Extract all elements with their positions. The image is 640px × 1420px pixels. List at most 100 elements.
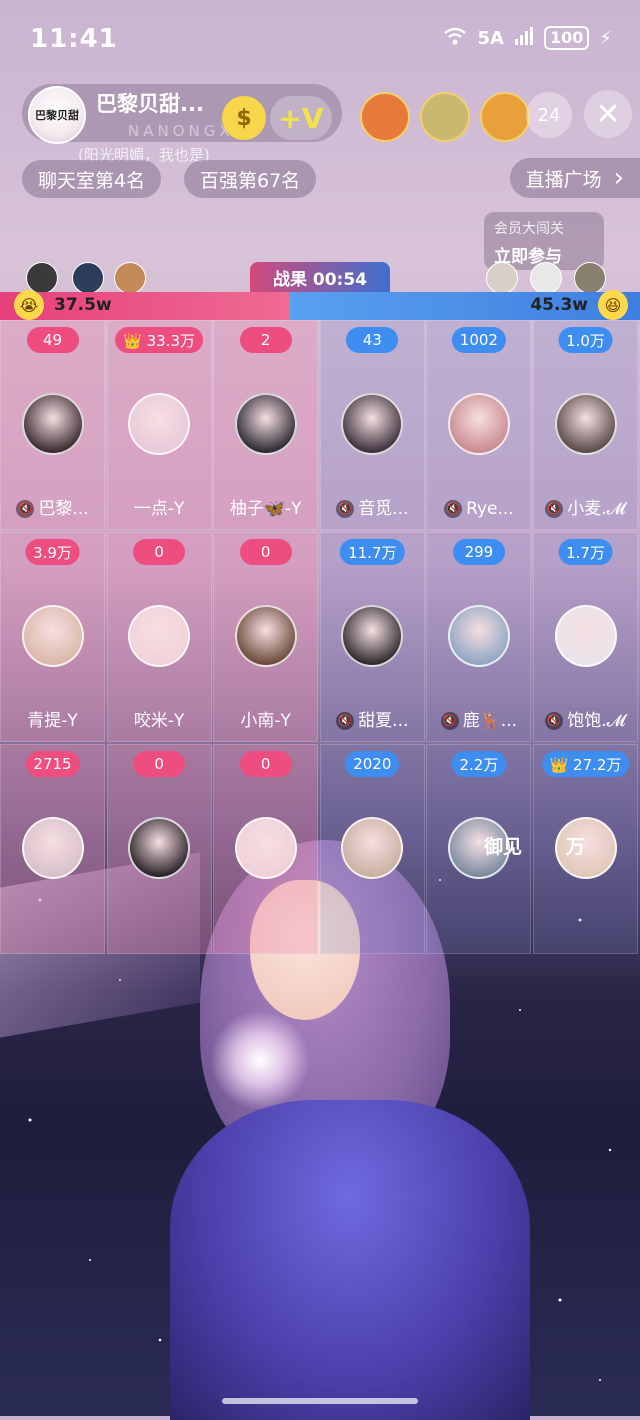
- left-team-avatar-2[interactable]: [72, 262, 104, 294]
- mic-seat[interactable]: 👑 33.3万一点-Y: [106, 320, 212, 530]
- viewer-avatar-2[interactable]: [420, 92, 470, 142]
- seat-avatar[interactable]: [128, 393, 191, 455]
- seat-name: 🔇 小麦.𝓜: [534, 494, 637, 519]
- mic-seat[interactable]: 0 咬米-Y: [106, 532, 212, 742]
- seat-name: 🔇 Rye...: [427, 499, 530, 519]
- mic-seat[interactable]: 2 柚子🦋-Y: [213, 320, 319, 530]
- charging-icon: ⚡: [599, 27, 612, 49]
- mute-icon: 🔇: [545, 500, 564, 518]
- seat-score-badge: 1.7万: [558, 539, 613, 565]
- seat-avatar[interactable]: [234, 605, 297, 667]
- right-team-avatar-1[interactable]: [486, 262, 518, 294]
- seat-name: 青提-Y: [1, 706, 104, 731]
- seat-avatar[interactable]: [234, 393, 297, 455]
- status-bar: 11:41 5A 100 ⚡: [0, 0, 640, 76]
- seat-score-badge: 0: [133, 539, 186, 565]
- right-team-avatar-2[interactable]: [530, 262, 562, 294]
- seat-score-badge: 43: [346, 327, 399, 353]
- mic-seat[interactable]: 1002 🔇 Rye...: [426, 320, 532, 530]
- battle-score-bar: 37.5w 45.3w: [0, 292, 640, 320]
- seat-name-text: 甜夏...: [358, 711, 409, 731]
- close-icon[interactable]: ✕: [584, 90, 632, 138]
- seat-avatar[interactable]: [341, 393, 404, 455]
- seat-score-badge: 1.0万: [558, 327, 613, 353]
- seat-avatar[interactable]: [21, 605, 84, 667]
- mic-seat[interactable]: 49 🔇 巴黎...: [0, 320, 105, 530]
- viewer-count[interactable]: 24: [526, 92, 572, 138]
- seat-avatar[interactable]: [341, 817, 404, 879]
- status-time: 11:41: [30, 24, 118, 54]
- left-team-avatar-3[interactable]: [114, 262, 146, 294]
- mic-seat[interactable]: 1.7万 🔇 饱饱.𝓜: [533, 532, 638, 742]
- chatroom-rank-tag[interactable]: 聊天室第4名: [22, 160, 162, 198]
- v-button[interactable]: +V: [270, 96, 332, 140]
- host-name: 巴黎贝甜...: [96, 92, 204, 116]
- status-icons: 5A 100 ⚡: [443, 26, 612, 50]
- seat-avatar[interactable]: [341, 605, 404, 667]
- wan-overlay: 万: [566, 836, 586, 858]
- mic-seat[interactable]: 299 🔇 鹿🦌...: [426, 532, 532, 742]
- seat-score-badge: 299: [452, 539, 505, 565]
- seat-avatar[interactable]: [447, 605, 510, 667]
- character-dress-art: [170, 1100, 530, 1420]
- top100-rank-tag[interactable]: 百强第67名: [184, 160, 317, 198]
- yujian-overlay: 御见: [484, 836, 523, 858]
- seat-score-badge: 3.9万: [25, 539, 80, 565]
- mute-icon: 🔇: [336, 712, 355, 730]
- mic-seat[interactable]: 0 小南-Y: [213, 532, 319, 742]
- seat-name-text: 柚子🦋-Y: [229, 499, 302, 519]
- mic-seat[interactable]: 2020: [319, 744, 425, 954]
- seat-name: 一点-Y: [108, 494, 211, 519]
- seat-avatar[interactable]: [21, 817, 84, 879]
- seat-name: 🔇 巴黎...: [1, 494, 104, 519]
- mic-seat[interactable]: 0: [106, 744, 212, 954]
- mic-seat[interactable]: 0: [213, 744, 319, 954]
- mic-seat[interactable]: 👑 27.2万: [533, 744, 638, 954]
- seat-avatar[interactable]: [554, 605, 617, 667]
- mute-icon: 🔇: [545, 712, 564, 730]
- seat-avatar[interactable]: [21, 393, 84, 455]
- magic-glow-art: [210, 1010, 310, 1110]
- seat-score-badge: 2: [239, 327, 292, 353]
- coin-icon[interactable]: $: [222, 96, 266, 140]
- seat-name-text: 饱饱.𝓜: [567, 711, 626, 731]
- laughing-emoji-icon: 😆: [598, 290, 628, 320]
- mic-seat[interactable]: 3.9万青提-Y: [0, 532, 105, 742]
- seat-avatar[interactable]: [234, 817, 297, 879]
- mic-seat[interactable]: 1.0万 🔇 小麦.𝓜: [533, 320, 638, 530]
- mic-seat[interactable]: 11.7万 🔇 甜夏...: [319, 532, 425, 742]
- seat-score-badge: 👑 33.3万: [115, 327, 204, 353]
- viewer-avatar-3[interactable]: [480, 92, 530, 142]
- right-team-avatar-3[interactable]: [574, 262, 606, 294]
- home-indicator[interactable]: [222, 1398, 418, 1404]
- seat-name-text: 咬米-Y: [133, 711, 185, 731]
- host-avatar[interactable]: 巴黎贝甜: [28, 86, 86, 144]
- seat-name: 柚子🦋-Y: [214, 494, 317, 519]
- seat-score-badge: 2.2万: [451, 751, 507, 777]
- seat-name: 🔇 鹿🦌...: [427, 706, 530, 731]
- seat-name-text: 巴黎...: [38, 499, 89, 519]
- seat-name-text: 青提-Y: [27, 711, 78, 731]
- seat-score-badge: 49: [26, 327, 79, 353]
- seat-name: 小南-Y: [214, 706, 317, 731]
- signal-icon: [514, 26, 534, 50]
- seat-name: 咬米-Y: [108, 706, 211, 731]
- seat-name-text: 小麦.𝓜: [567, 499, 626, 519]
- viewer-avatar-1[interactable]: [360, 92, 410, 142]
- mic-seat[interactable]: 43 🔇 音觅...: [319, 320, 425, 530]
- seat-avatar[interactable]: [554, 817, 617, 879]
- mic-seat[interactable]: 2715: [0, 744, 105, 954]
- live-plaza-label: 直播广场: [525, 168, 602, 191]
- seat-name-text: 小南-Y: [240, 711, 291, 731]
- live-plaza-button[interactable]: 直播广场 ›: [509, 158, 640, 198]
- seat-avatar[interactable]: [128, 817, 191, 879]
- seat-score-badge: 2715: [25, 751, 80, 777]
- seat-name-text: 一点-Y: [133, 499, 185, 519]
- seat-avatar[interactable]: [128, 605, 191, 667]
- seat-name-text: 鹿🦌...: [462, 711, 518, 731]
- mute-icon: 🔇: [336, 500, 355, 518]
- seat-avatar[interactable]: [447, 393, 510, 455]
- seat-avatar[interactable]: [554, 393, 617, 455]
- seat-score-badge: 1002: [451, 327, 506, 353]
- network-label: 5A: [477, 27, 504, 49]
